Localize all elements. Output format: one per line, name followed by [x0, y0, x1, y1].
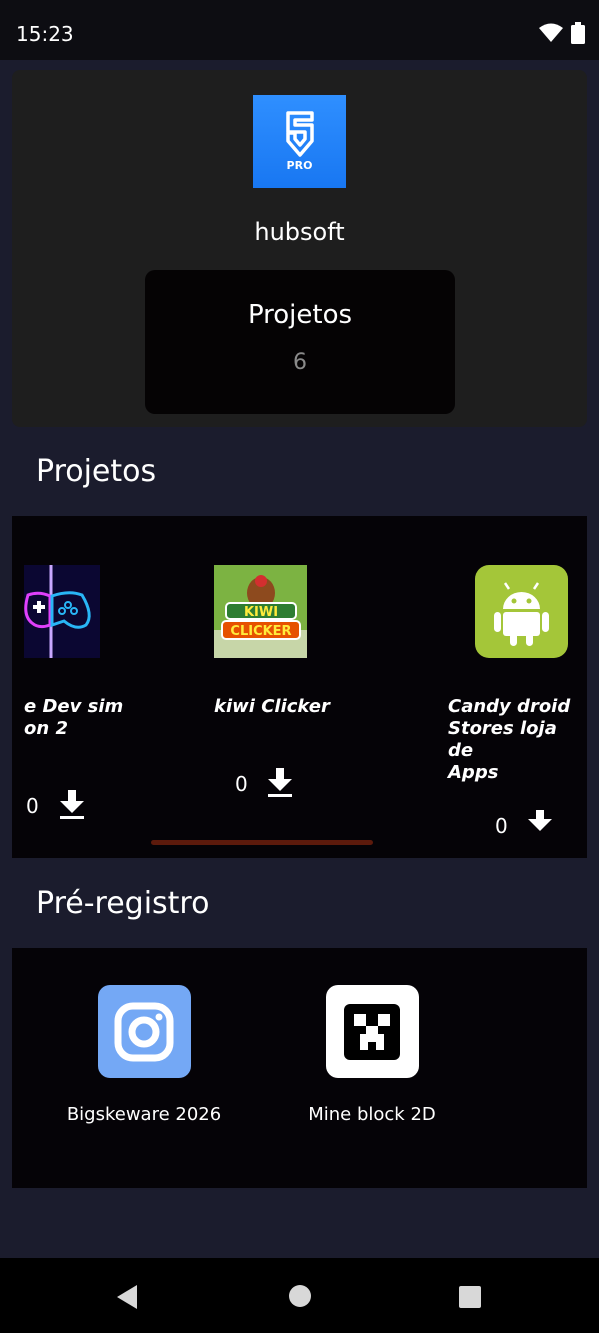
svg-text:KIWI: KIWI [244, 605, 278, 620]
instagram-icon [97, 985, 191, 1078]
prereg-list: Bigskeware 2026 Mine block 2D [12, 948, 587, 1188]
status-bar: 15:23 [0, 0, 599, 60]
creeper-icon [325, 985, 419, 1078]
kiwi-clicker-icon: KIWI CLICKER [214, 565, 307, 658]
sketchware-logo-icon [285, 111, 314, 157]
recents-icon[interactable] [458, 1285, 482, 1309]
projects-carousel[interactable]: e Dev sim on 2 0 KIWI CLICKER kiwi Click… [12, 516, 587, 858]
svg-text:CLICKER: CLICKER [230, 624, 291, 639]
stat-label: Projetos [247, 300, 353, 330]
android-icon [475, 565, 568, 658]
download-icon[interactable] [526, 808, 554, 832]
prereg-item[interactable]: Bigskeware 2026 [64, 985, 224, 1125]
prereg-item[interactable]: Mine block 2D [292, 985, 452, 1125]
download-count: 0 [235, 772, 248, 796]
download-icon[interactable] [58, 788, 86, 820]
back-icon[interactable] [115, 1284, 139, 1310]
project-name: Candy droid Stores loja de Apps [448, 696, 571, 783]
status-time: 15:23 [16, 22, 74, 46]
download-count: 0 [26, 794, 39, 818]
download-icon[interactable] [266, 766, 294, 798]
project-name: kiwi Clicker [214, 696, 330, 717]
projects-section-title: Projetos [36, 454, 157, 489]
system-nav-bar [0, 1258, 599, 1333]
project-name: e Dev sim on 2 [24, 696, 124, 739]
wifi-icon [539, 23, 563, 42]
username: hubsoft [254, 218, 345, 246]
prereg-name: Bigskeware 2026 [66, 1104, 222, 1125]
profile-card: PRO hubsoft Projetos 6 [12, 70, 587, 427]
app-logo: PRO [253, 95, 346, 188]
download-count: 0 [495, 814, 508, 838]
prereg-name: Mine block 2D [308, 1104, 436, 1125]
logo-badge: PRO [286, 159, 313, 172]
status-icons [539, 22, 585, 44]
battery-icon [571, 22, 585, 44]
carousel-scroll-indicator[interactable] [151, 840, 373, 845]
gamepad-icon [24, 565, 100, 658]
prereg-section-title: Pré-registro [36, 886, 210, 921]
home-icon[interactable] [288, 1284, 312, 1308]
stat-value: 6 [293, 350, 307, 375]
projects-stat-box[interactable]: Projetos 6 [145, 270, 455, 414]
